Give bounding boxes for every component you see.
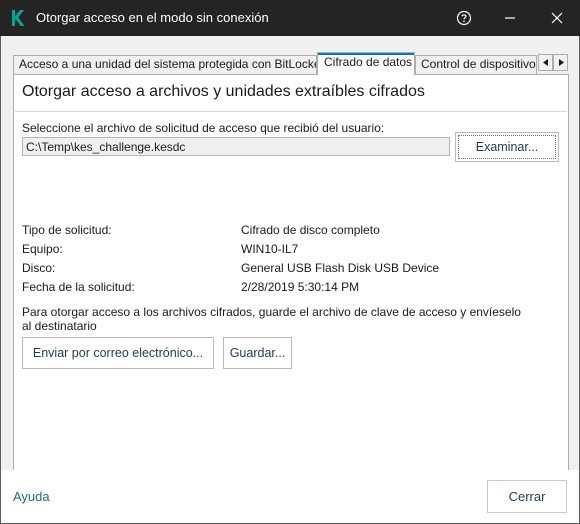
send-email-button[interactable]: Enviar por correo electrónico... <box>22 337 214 369</box>
dialog-footer: Ayuda Cerrar <box>1 470 579 523</box>
disk-label: Disco: <box>22 261 56 275</box>
arrow-left-icon <box>542 59 548 66</box>
help-button[interactable] <box>441 0 487 36</box>
panel-heading: Otorgar acceso a archivos y unidades ext… <box>22 83 425 100</box>
request-date-value: 2/28/2019 5:30:14 PM <box>241 280 360 294</box>
computer-label: Equipo: <box>22 242 63 256</box>
close-button[interactable]: Cerrar <box>487 480 567 513</box>
instructions-text: Para otorgar acceso a los archivos cifra… <box>22 305 521 333</box>
focus-rectangle <box>458 135 556 159</box>
window-title: Otorgar acceso en el modo sin conexión <box>36 10 269 25</box>
tab-scroll-right-button[interactable] <box>553 54 568 71</box>
tab-scroll-left-button[interactable] <box>538 54 553 71</box>
title-bar: Otorgar acceso en el modo sin conexión <box>0 0 580 36</box>
computer-value: WIN10-IL7 <box>241 242 299 256</box>
help-link[interactable]: Ayuda <box>13 489 50 504</box>
dialog-body: Acceso a una unidad del sistema protegid… <box>0 36 580 524</box>
close-icon <box>551 12 563 24</box>
minimize-icon <box>505 17 515 19</box>
help-icon <box>456 10 472 26</box>
browse-button[interactable]: Examinar... <box>455 132 559 162</box>
heading-divider <box>15 111 567 112</box>
tab-strip: Acceso a una unidad del sistema protegid… <box>13 52 569 75</box>
close-window-button[interactable] <box>534 0 580 36</box>
request-date-label: Fecha de la solicitud: <box>22 280 135 294</box>
request-file-path-field[interactable] <box>22 137 450 156</box>
disk-value: General USB Flash Disk USB Device <box>241 261 440 275</box>
tab-panel-data-encryption: Otorgar acceso a archivos y unidades ext… <box>13 74 569 497</box>
tab-device-control[interactable]: Control de dispositivos <box>415 55 537 74</box>
save-button[interactable]: Guardar... <box>223 337 292 369</box>
kaspersky-k-icon <box>12 10 25 26</box>
arrow-right-icon <box>558 59 564 66</box>
tab-bitlocker-access[interactable]: Acceso a una unidad del sistema protegid… <box>13 55 317 74</box>
request-type-label: Tipo de solicitud: <box>22 223 112 237</box>
select-file-label: Seleccione el archivo de solicitud de ac… <box>22 121 385 135</box>
tab-data-encryption[interactable]: Cifrado de datos <box>317 52 415 75</box>
request-type-value: Cifrado de disco completo <box>241 223 380 237</box>
minimize-button[interactable] <box>487 0 533 36</box>
